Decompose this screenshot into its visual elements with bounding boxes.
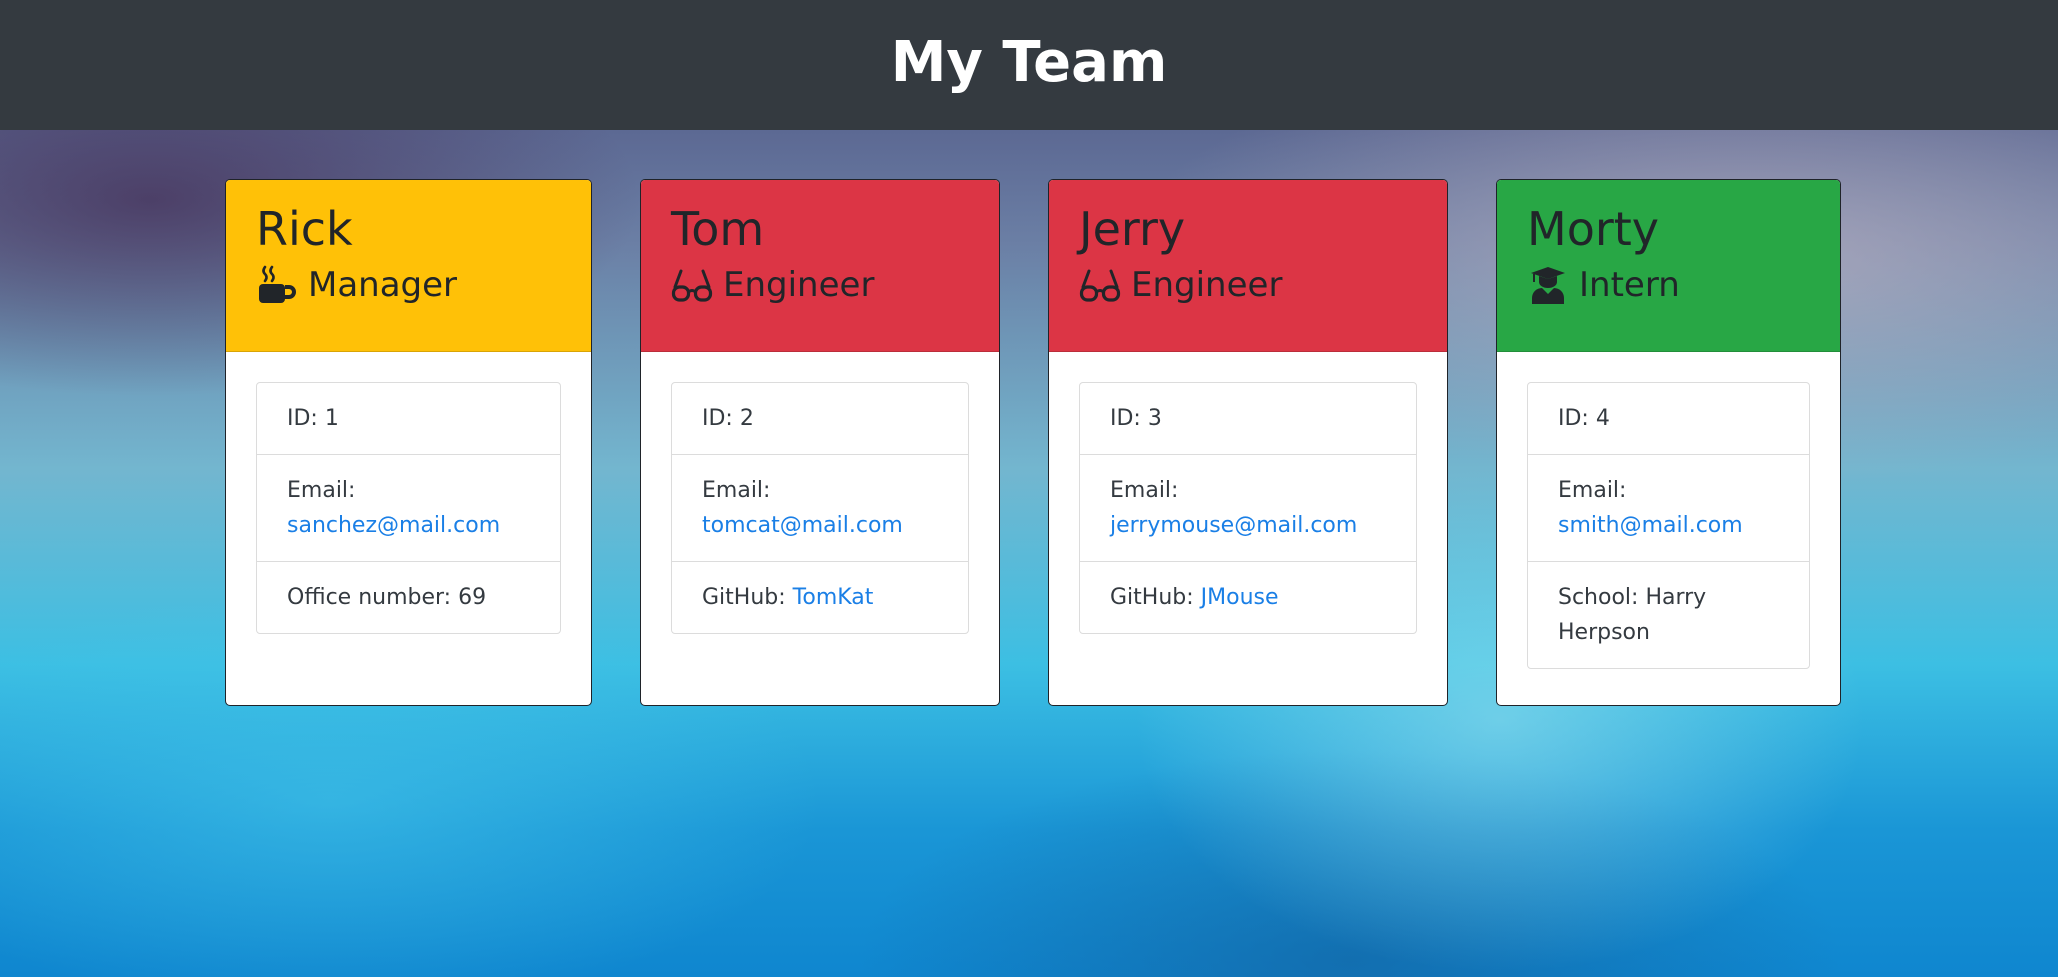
email-link[interactable]: tomcat@mail.com (702, 513, 903, 538)
school-item: School: Harry Herpson (1528, 561, 1809, 668)
card-body: ID: 1 Email: sanchez@mail.com Office num… (226, 352, 591, 634)
office-number-item: Office number: 69 (257, 561, 560, 633)
card-header: Jerry Engineer (1049, 180, 1447, 352)
role-label: Manager (308, 265, 458, 306)
id-item: ID: 2 (702, 406, 754, 431)
github-link[interactable]: TomKat (793, 585, 874, 610)
email-item: Email: smith@mail.com (1528, 454, 1809, 561)
employee-card-morty: Morty Intern ID: 4 Email: smith@mail.com… (1496, 179, 1841, 706)
glasses-icon (1079, 265, 1121, 305)
github-label: GitHub: (1110, 585, 1194, 610)
employee-card-jerry: Jerry Engineer ID: 3 Email: jerrymouse@m… (1048, 179, 1448, 706)
role-label: Engineer (723, 265, 875, 306)
role-label: Engineer (1131, 265, 1283, 306)
card-header: Rick Manager (226, 180, 591, 352)
info-list: ID: 4 Email: smith@mail.com School: Harr… (1527, 382, 1810, 669)
navbar: My Team (0, 0, 2058, 130)
card-body: ID: 2 Email: tomcat@mail.com GitHub: Tom… (641, 352, 999, 634)
card-header: Tom Engineer (641, 180, 999, 352)
card-body: ID: 4 Email: smith@mail.com School: Harr… (1497, 352, 1840, 669)
employee-role: Engineer (1079, 265, 1417, 305)
email-link[interactable]: smith@mail.com (1558, 513, 1743, 538)
info-list: ID: 2 Email: tomcat@mail.com GitHub: Tom… (671, 382, 969, 634)
email-label: Email: (287, 478, 356, 503)
role-label: Intern (1579, 265, 1680, 306)
email-link[interactable]: jerrymouse@mail.com (1110, 513, 1357, 538)
info-list: ID: 3 Email: jerrymouse@mail.com GitHub:… (1079, 382, 1417, 634)
employee-name: Morty (1527, 202, 1660, 256)
graduate-icon (1527, 265, 1569, 305)
glasses-icon (671, 265, 713, 305)
page-title: My Team (890, 29, 1168, 95)
id-item: ID: 3 (1110, 406, 1162, 431)
email-item: Email: jerrymouse@mail.com (1080, 454, 1416, 561)
id-item: ID: 4 (1558, 406, 1610, 431)
info-list: ID: 1 Email: sanchez@mail.com Office num… (256, 382, 561, 634)
email-item: Email: sanchez@mail.com (257, 454, 560, 561)
card-header: Morty Intern (1497, 180, 1840, 352)
employee-name: Tom (671, 202, 765, 256)
github-label: GitHub: (702, 585, 786, 610)
email-label: Email: (1558, 478, 1627, 503)
employee-role: Intern (1527, 265, 1810, 305)
id-item: ID: 1 (287, 406, 339, 431)
email-label: Email: (1110, 478, 1179, 503)
employee-name: Rick (256, 202, 353, 256)
employee-name: Jerry (1079, 202, 1186, 256)
employee-role: Manager (256, 265, 561, 305)
employee-card-tom: Tom Engineer ID: 2 Email: tomcat@mail.co… (640, 179, 1000, 706)
email-item: Email: tomcat@mail.com (672, 454, 968, 561)
github-link[interactable]: JMouse (1201, 585, 1279, 610)
card-body: ID: 3 Email: jerrymouse@mail.com GitHub:… (1049, 352, 1447, 634)
email-label: Email: (702, 478, 771, 503)
coffee-mug-icon (256, 265, 298, 305)
github-item: GitHub: JMouse (1080, 561, 1416, 633)
github-item: GitHub: TomKat (672, 561, 968, 633)
email-link[interactable]: sanchez@mail.com (287, 513, 500, 538)
employee-role: Engineer (671, 265, 969, 305)
employee-card-rick: Rick Manager ID: 1 Email: sanchez@mail.c… (225, 179, 592, 706)
